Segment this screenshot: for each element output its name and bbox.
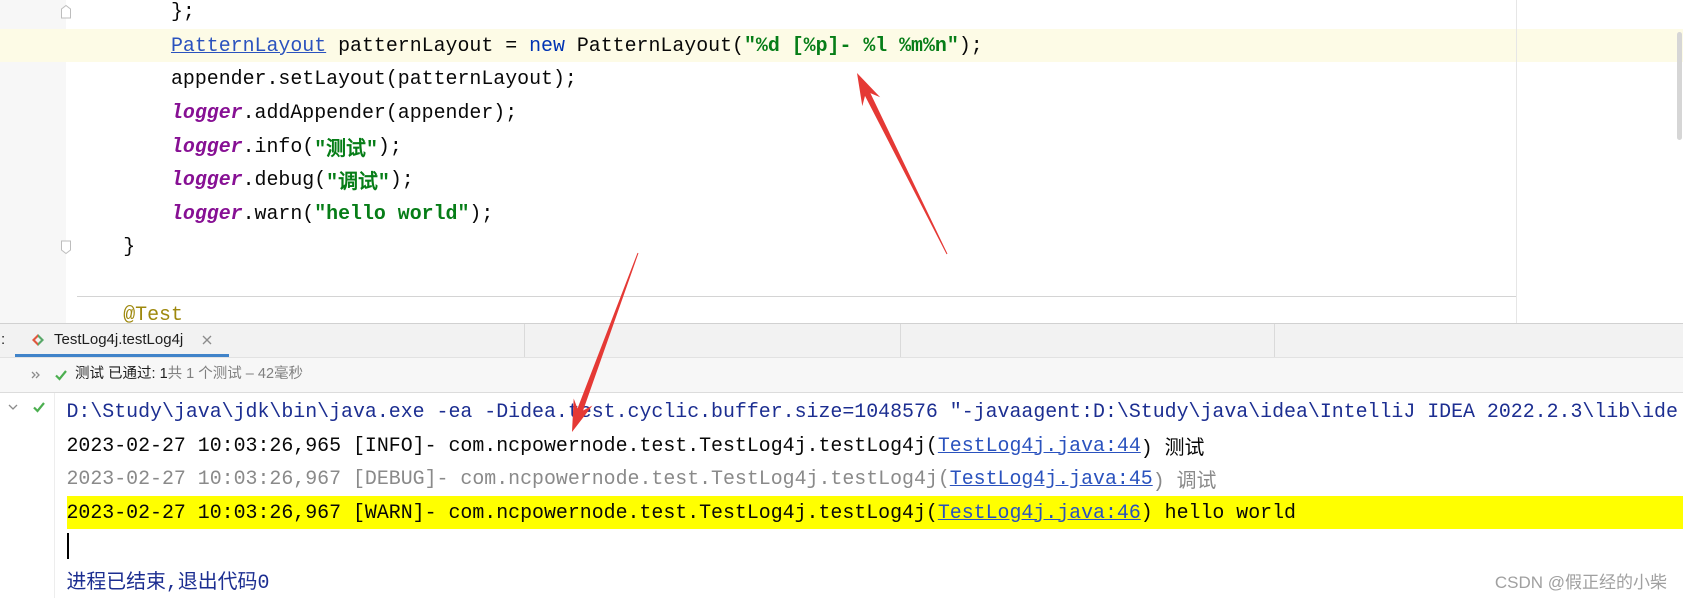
code-text: .warn( <box>242 201 315 225</box>
console-output[interactable]: D:\Study\java\jdk\bin\java.exe -ea -Dide… <box>66 395 1683 597</box>
test-tree-divider[interactable] <box>54 393 55 598</box>
code-text: patternLayout = <box>326 33 530 57</box>
console-line-warn: 2023-02-27 10:03:26,967 [WARN]- com.ncpo… <box>66 495 1683 529</box>
code-line[interactable]: logger .info( "测试" ); <box>76 129 1506 163</box>
console-line-debug: 2023-02-27 10:03:26,967 [DEBUG]- com.ncp… <box>67 462 1683 496</box>
run-tool-window-header: : TestLog4j.testLog4j <box>0 323 1683 357</box>
class-reference-link[interactable]: PatternLayout <box>171 34 326 57</box>
tab-label: TestLog4j.testLog4j <box>54 331 184 348</box>
text-caret <box>66 532 69 559</box>
toolbar-divider <box>524 324 525 357</box>
code-text: ); <box>377 134 402 158</box>
editor-scrollbar[interactable] <box>1677 32 1682 140</box>
run-label: : <box>1 331 6 348</box>
console-line-info: 2023-02-27 10:03:26,965 [INFO]- com.ncpo… <box>67 429 1683 463</box>
code-line[interactable]: @Test <box>76 297 1506 323</box>
string-literal: "测试" <box>314 137 378 161</box>
code-line[interactable]: logger .warn( "hello world" ); <box>76 197 1506 231</box>
code-line[interactable]: appender.setLayout(patternLayout); <box>76 62 1506 96</box>
test-status-bar: 测试 已通过: 1共 1 个测试 – 42毫秒 <box>0 357 1683 392</box>
console-line: D:\Study\java\jdk\bin\java.exe -ea -Dide… <box>67 395 1683 429</box>
right-margin-guide <box>1516 0 1517 323</box>
string-literal: "hello world" <box>314 201 470 225</box>
code-text: .info( <box>242 134 315 158</box>
console-line: 进程已结束,退出代码0 <box>67 563 1683 597</box>
log-text: 2023-02-27 10:03:26,965 [INFO]- com.ncpo… <box>66 433 938 457</box>
code-area[interactable]: }; PatternLayout patternLayout = new Pat… <box>76 0 1506 323</box>
logger-field: logger <box>170 168 243 192</box>
annotation-test: @Test <box>123 302 183 323</box>
check-icon <box>33 402 45 413</box>
double-chevron-right-icon[interactable] <box>30 369 42 381</box>
code-text: PatternLayout( <box>564 33 744 57</box>
source-link[interactable]: TestLog4j.java:44 <box>938 434 1141 457</box>
console-line-empty[interactable] <box>66 529 1683 563</box>
toolbar-divider <box>1274 324 1275 357</box>
log-text: 2023-02-27 10:03:26,967 [WARN]- com.ncpo… <box>66 500 938 524</box>
code-text: .debug( <box>242 168 327 192</box>
test-run-icon <box>32 334 44 346</box>
chevron-down-icon[interactable] <box>7 401 19 413</box>
logger-field: logger <box>170 134 243 158</box>
console-panel[interactable]: D:\Study\java\jdk\bin\java.exe -ea -Dide… <box>0 392 1683 598</box>
tests-passed-label: 测试 已通过: 1 <box>75 366 168 382</box>
log-text: ) hello world <box>1140 500 1296 524</box>
code-text: .addAppender(appender); <box>242 101 518 125</box>
source-link[interactable]: TestLog4j.java:45 <box>950 467 1153 490</box>
fold-marker-icon[interactable] <box>60 4 72 19</box>
tests-detail: 共 1 个测试 – 42毫秒 <box>167 366 304 382</box>
string-literal: "调试" <box>326 171 390 195</box>
tab-test-run[interactable]: TestLog4j.testLog4j <box>15 324 229 357</box>
code-text: ); <box>469 201 494 225</box>
log-text: ) 调试 <box>1152 470 1217 494</box>
code-line[interactable]: logger .addAppender(appender); <box>76 96 1506 130</box>
code-line-blank[interactable] <box>76 264 1506 298</box>
process-exit-message: 进程已结束,退出代码0 <box>66 570 270 594</box>
code-editor[interactable]: }; PatternLayout patternLayout = new Pat… <box>0 0 1683 323</box>
check-icon <box>55 370 67 381</box>
close-icon[interactable] <box>201 334 213 346</box>
log-text: 2023-02-27 10:03:26,967 [DEBUG]- com.ncp… <box>66 467 950 491</box>
code-line[interactable]: } <box>76 230 1506 264</box>
code-text: ); <box>958 33 983 57</box>
fold-marker-icon[interactable] <box>60 240 72 255</box>
code-text: appender.setLayout(patternLayout); <box>170 67 577 91</box>
keyword-new: new <box>529 33 565 57</box>
code-line[interactable]: logger .debug( "调试" ); <box>76 163 1506 197</box>
java-command-line: D:\Study\java\jdk\bin\java.exe -ea -Dide… <box>66 400 1678 424</box>
source-link[interactable]: TestLog4j.java:46 <box>938 501 1141 524</box>
code-line[interactable]: }; <box>76 0 1506 29</box>
code-text: ); <box>389 168 414 192</box>
code-text: } <box>123 235 136 259</box>
logger-field: logger <box>170 201 243 225</box>
logger-field: logger <box>170 101 243 125</box>
pattern-string-literal: "%d [%p]- %l %m%n" <box>743 33 959 57</box>
test-summary: 测试 已通过: 1共 1 个测试 – 42毫秒 <box>75 358 303 391</box>
log-text: ) 测试 <box>1140 436 1205 460</box>
code-text: }; <box>170 0 195 24</box>
toolbar-divider <box>900 324 901 357</box>
watermark: CSDN @假正经的小柴 <box>1494 573 1667 592</box>
code-line-current[interactable]: PatternLayout patternLayout = new Patter… <box>76 29 1506 63</box>
